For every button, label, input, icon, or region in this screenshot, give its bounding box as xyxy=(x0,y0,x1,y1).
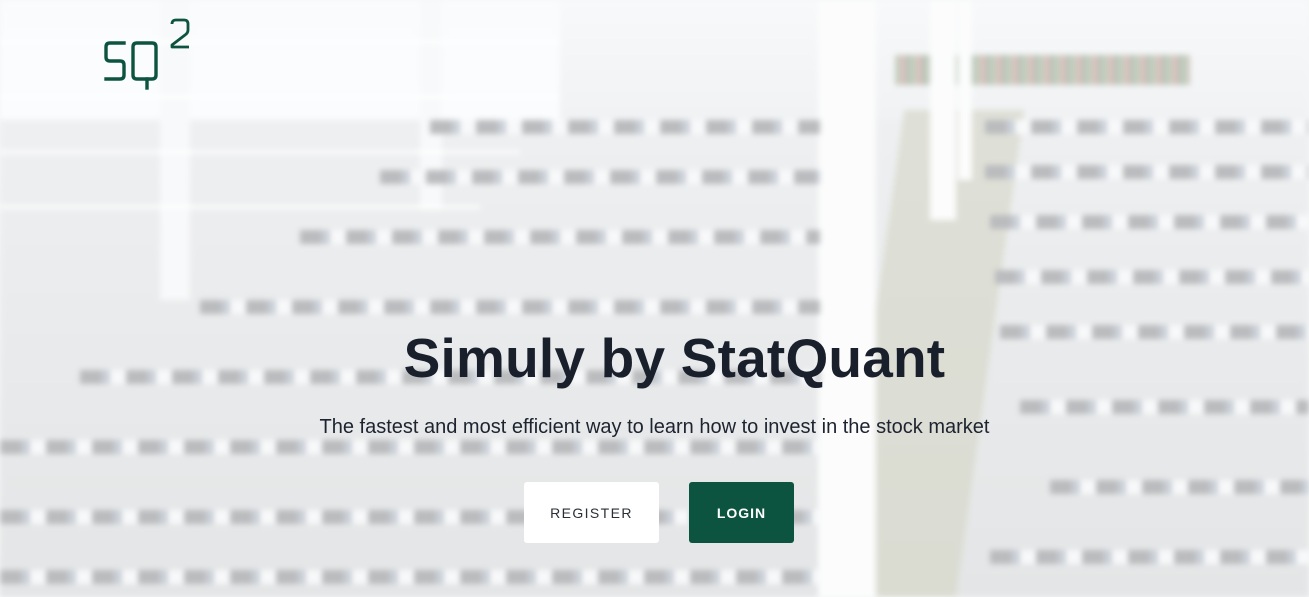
page-subtitle: The fastest and most efficient way to le… xyxy=(319,416,990,438)
auth-actions: REGISTER LOGIN xyxy=(0,482,1309,543)
sq2-logo-icon[interactable] xyxy=(104,18,194,90)
login-button[interactable]: LOGIN xyxy=(689,482,794,543)
hero-content: Simuly by StatQuant The fastest and most… xyxy=(0,326,1309,440)
register-button[interactable]: REGISTER xyxy=(524,482,659,543)
page-title: Simuly by StatQuant xyxy=(403,327,946,389)
hero-section: Simuly by StatQuant The fastest and most… xyxy=(0,0,1309,597)
